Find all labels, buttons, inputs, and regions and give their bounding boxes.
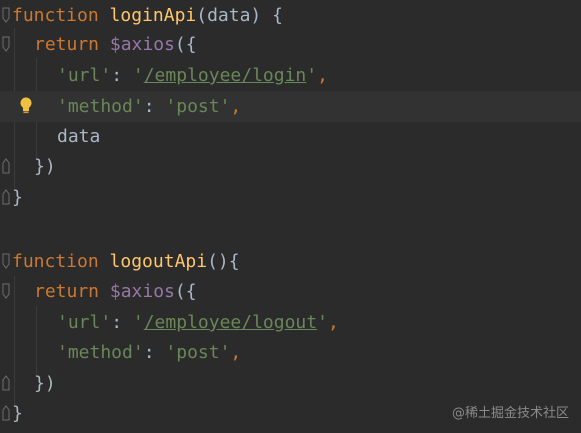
code-text: return $axios({: [34, 281, 197, 302]
fold-marker-icon[interactable]: [2, 7, 10, 23]
code-line-3[interactable]: 'url': '/employee/login',: [0, 60, 581, 91]
code-line-4[interactable]: 'method': 'post',: [0, 91, 581, 122]
lightbulb-icon[interactable]: [18, 96, 34, 116]
fold-marker-icon[interactable]: [2, 405, 10, 421]
code-text: data: [57, 126, 101, 147]
code-line-2[interactable]: return $axios({: [0, 29, 581, 60]
code-line-10[interactable]: return $axios({: [0, 276, 581, 307]
fold-marker-icon[interactable]: [2, 189, 10, 205]
code-line-7[interactable]: }: [0, 182, 581, 213]
code-text: function logoutApi(){: [12, 251, 240, 272]
code-line-11[interactable]: 'url': '/employee/logout',: [0, 307, 581, 338]
url-link[interactable]: /employee/login: [144, 65, 307, 86]
fold-marker-icon[interactable]: [2, 283, 10, 299]
fold-marker-icon[interactable]: [2, 158, 10, 174]
code-line-12[interactable]: 'method': 'post',: [0, 337, 581, 368]
code-text: 'method': 'post',: [57, 342, 242, 363]
watermark: @稀土掘金技术社区: [451, 406, 569, 421]
code-editor[interactable]: function loginApi(data) { return $axios(…: [0, 0, 581, 433]
fold-marker-icon[interactable]: [2, 36, 10, 52]
code-line-13[interactable]: }): [0, 368, 581, 399]
fold-marker-icon[interactable]: [2, 253, 10, 269]
code-line-1[interactable]: function loginApi(data) {: [0, 0, 581, 31]
code-text: 'method': 'post',: [57, 96, 242, 117]
code-text: function loginApi(data) {: [12, 5, 283, 26]
code-text: return $axios({: [34, 34, 197, 55]
code-line-6[interactable]: }): [0, 151, 581, 182]
code-text: }: [12, 187, 23, 208]
fold-marker-icon[interactable]: [2, 375, 10, 391]
code-text: 'url': '/employee/login',: [57, 65, 328, 86]
code-text: }: [12, 403, 23, 424]
code-line-9[interactable]: function logoutApi(){: [0, 246, 581, 277]
code-text: 'url': '/employee/logout',: [57, 312, 339, 333]
url-link[interactable]: /employee/logout: [144, 312, 317, 333]
code-text: }): [34, 156, 56, 177]
code-text: }): [34, 373, 56, 394]
code-line-5[interactable]: data: [0, 121, 581, 152]
